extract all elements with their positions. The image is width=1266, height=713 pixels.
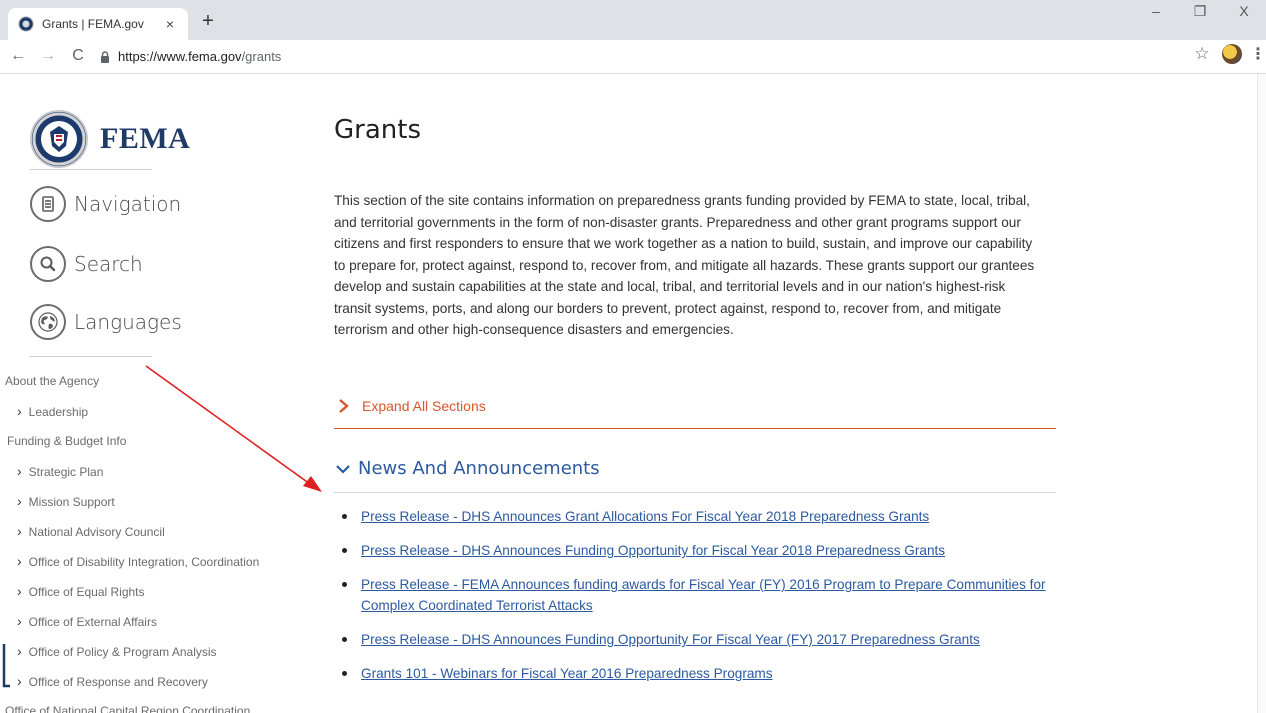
list-item: Press Release - FEMA Announces funding a…: [334, 574, 1056, 616]
news-section-title: News And Announcements: [358, 458, 600, 479]
bookmark-star-icon[interactable]: ☆: [1190, 44, 1214, 64]
globe-icon: [30, 304, 66, 340]
sidebar-languages-button[interactable]: Languages: [30, 304, 182, 340]
sidebar-link-about-agency[interactable]: About the Agency: [5, 372, 290, 402]
expand-all-label: Expand All Sections: [362, 398, 486, 414]
list-item: Press Release - DHS Announces Funding Op…: [334, 540, 1056, 561]
dhs-seal-icon: [30, 110, 88, 168]
search-icon: [30, 246, 66, 282]
new-tab-button[interactable]: +: [196, 10, 220, 34]
scrollbar-track[interactable]: [1257, 74, 1266, 713]
news-list: Press Release - DHS Announces Grant Allo…: [334, 506, 1056, 697]
back-button[interactable]: ←: [6, 45, 30, 69]
list-item: Press Release - DHS Announces Funding Op…: [334, 629, 1056, 650]
news-link[interactable]: Press Release - DHS Announces Funding Op…: [361, 543, 945, 558]
tab-close-icon[interactable]: ×: [162, 16, 178, 32]
browser-tab[interactable]: Grants | FEMA.gov ×: [8, 8, 188, 40]
section-divider: [334, 492, 1056, 493]
chevron-down-icon: [336, 464, 350, 474]
fema-favicon-icon: [18, 16, 34, 32]
address-bar[interactable]: https://www.fema.gov/grants: [100, 44, 281, 70]
navigation-icon: [30, 186, 66, 222]
window-controls: – ❐ X: [1134, 0, 1266, 28]
news-link[interactable]: Press Release - FEMA Announces funding a…: [361, 577, 1046, 613]
sidebar-link-strategic-plan[interactable]: Strategic Plan: [5, 462, 290, 492]
sidebar-link-policy-program-analysis[interactable]: Office of Policy & Program Analysis: [5, 642, 290, 672]
chevron-right-icon: [339, 399, 349, 413]
toolbar-actions: ☆ ⋮: [1190, 44, 1266, 64]
tab-title: Grants | FEMA.gov: [42, 17, 144, 31]
list-item: Press Release - DHS Announces Grant Allo…: [334, 506, 1056, 527]
page-title: Grants: [334, 115, 421, 145]
restore-button[interactable]: ❐: [1178, 0, 1222, 28]
sidebar-divider: [30, 169, 152, 170]
intro-paragraph: This section of the site contains inform…: [334, 193, 1035, 337]
section-divider: [334, 428, 1056, 429]
news-link[interactable]: Press Release - DHS Announces Funding Op…: [361, 632, 980, 647]
sidebar-link-mission-support[interactable]: Mission Support: [5, 492, 290, 522]
logo-wordmark: FEMA: [100, 122, 191, 155]
page-edge-mark: [2, 644, 10, 688]
fema-logo[interactable]: FEMA: [30, 110, 190, 168]
sidebar-link-leadership[interactable]: Leadership: [5, 402, 290, 432]
sidebar: FEMA Navigation Search Languages About t…: [0, 74, 290, 713]
news-link[interactable]: Grants 101 - Webinars for Fiscal Year 20…: [361, 666, 773, 681]
minimize-button[interactable]: –: [1134, 0, 1178, 28]
browser-tab-strip: Grants | FEMA.gov × + – ❐ X: [0, 0, 1266, 40]
sidebar-link-national-capital-region[interactable]: Office of National Capital Region Coordi…: [5, 702, 290, 713]
languages-label: Languages: [74, 310, 182, 334]
url-host: https://www.fema.gov: [118, 49, 242, 64]
browser-menu-icon[interactable]: ⋮: [1250, 44, 1266, 64]
news-link[interactable]: Press Release - DHS Announces Grant Allo…: [361, 509, 929, 524]
forward-button[interactable]: →: [36, 45, 60, 69]
list-item: Grants 101 - Webinars for Fiscal Year 20…: [334, 663, 1056, 684]
sidebar-divider: [30, 356, 152, 357]
sidebar-link-response-recovery[interactable]: Office of Response and Recovery: [5, 672, 290, 702]
sidebar-link-disability-integration[interactable]: Office of Disability Integration, Coordi…: [5, 552, 290, 582]
browser-toolbar: ← → C https://www.fema.gov/grants ☆ ⋮: [0, 40, 1266, 74]
sidebar-search-button[interactable]: Search: [30, 246, 143, 282]
extension-icon[interactable]: [1222, 44, 1242, 64]
sidebar-navigation-button[interactable]: Navigation: [30, 186, 181, 222]
reload-button[interactable]: C: [66, 45, 90, 69]
sidebar-link-equal-rights[interactable]: Office of Equal Rights: [5, 582, 290, 612]
lock-icon: [101, 50, 109, 63]
navigation-label: Navigation: [74, 192, 182, 216]
sidebar-link-funding-budget[interactable]: Funding & Budget Info: [5, 432, 290, 462]
sidebar-link-national-advisory-council[interactable]: National Advisory Council: [5, 522, 290, 552]
expand-all-sections[interactable]: Expand All Sections: [338, 398, 486, 414]
search-label: Search: [74, 252, 143, 276]
sidebar-link-external-affairs[interactable]: Office of External Affairs: [5, 612, 290, 642]
close-window-button[interactable]: X: [1222, 0, 1266, 28]
url-path: /grants: [241, 49, 282, 64]
sidebar-links: About the Agency Leadership Funding & Bu…: [5, 372, 290, 713]
news-section-toggle[interactable]: News And Announcements: [336, 458, 600, 479]
